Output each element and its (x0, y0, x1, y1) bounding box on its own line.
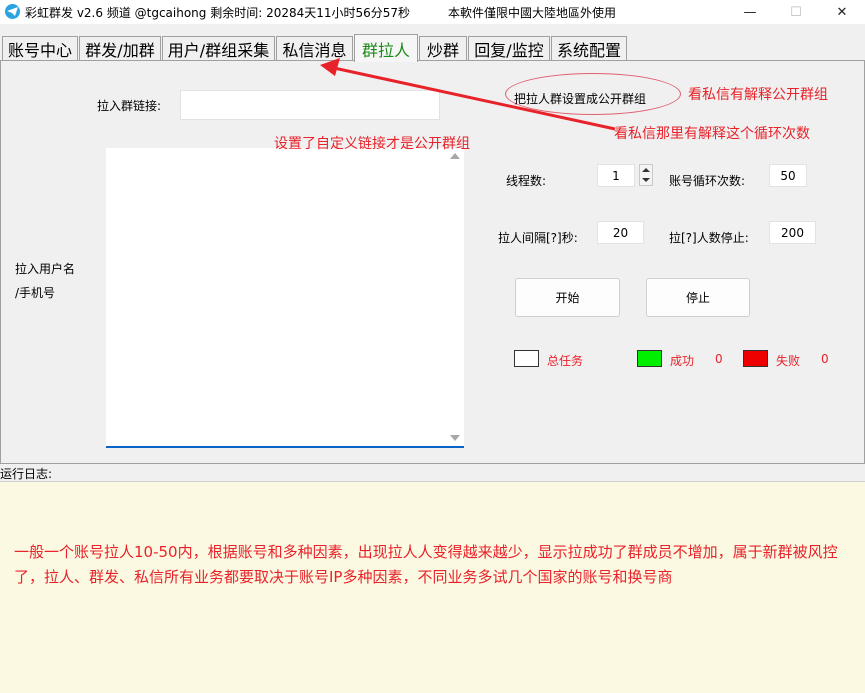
tab-group-invite[interactable]: 群拉人 (354, 34, 418, 62)
log-label: 运行日志: (0, 467, 53, 481)
log-area[interactable]: 一般一个账号拉人10-50内，根据账号和多种因素，出现拉人人变得越来越少，显示拉… (0, 481, 865, 693)
log-text: 一般一个账号拉人10-50内，根据账号和多种因素，出现拉人人变得越来越少，显示拉… (14, 543, 838, 586)
